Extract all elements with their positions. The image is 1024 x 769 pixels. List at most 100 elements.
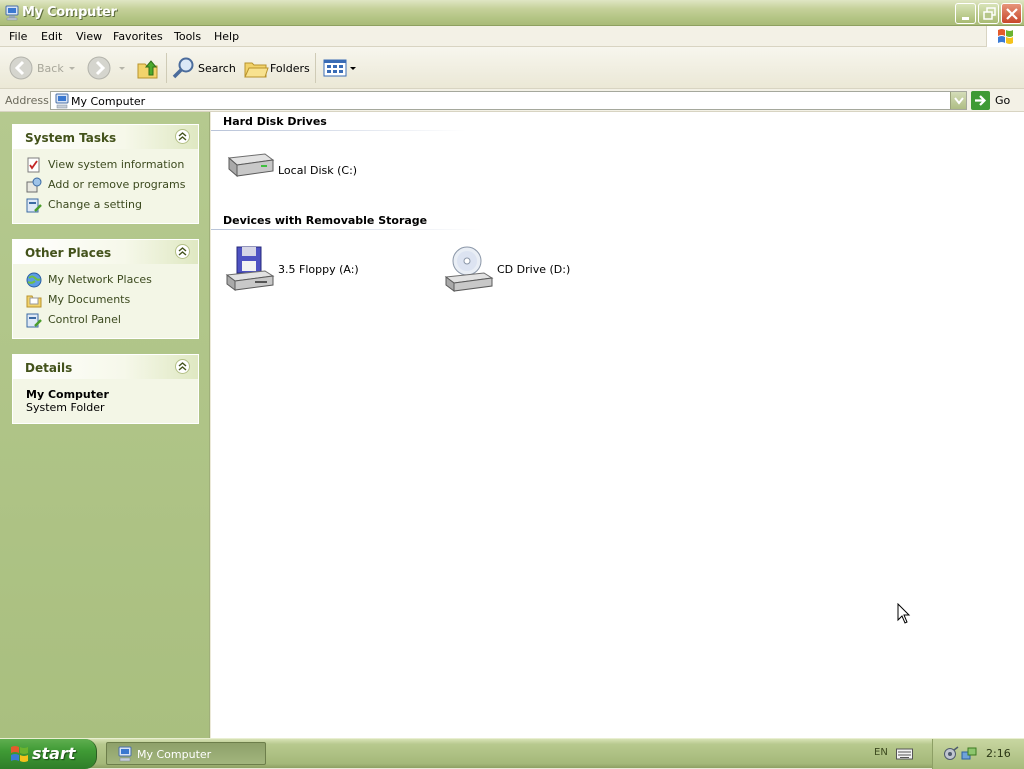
taskbar-button-my-computer[interactable]: My Computer (106, 742, 266, 765)
place-my-documents[interactable]: My Documents (13, 290, 198, 310)
task-label: Add or remove programs (48, 178, 186, 191)
folders-button[interactable]: Folders (243, 55, 310, 81)
other-places-panel: Other Places My Network Places My Docume… (12, 239, 199, 339)
folders-label: Folders (270, 62, 310, 75)
details-header[interactable]: Details (13, 355, 198, 379)
search-icon (172, 57, 194, 79)
folders-icon (244, 62, 269, 78)
minimize-button[interactable] (955, 3, 976, 24)
menu-view[interactable]: View (76, 30, 102, 43)
go-arrow-icon (971, 91, 990, 110)
close-icon (1006, 8, 1018, 20)
address-label: Address (5, 94, 49, 107)
start-button[interactable]: start (0, 739, 97, 769)
network-connection-icon[interactable] (961, 746, 977, 762)
hard-disk-icon (227, 153, 275, 178)
system-tasks-title: System Tasks (25, 131, 117, 145)
address-value: My Computer (71, 95, 146, 108)
task-pane: System Tasks View system information Add… (0, 112, 210, 738)
start-label: start (32, 744, 76, 763)
windows-flag-icon (11, 746, 28, 762)
collapse-button[interactable] (175, 129, 190, 144)
chevron-up-icon (178, 132, 187, 141)
task-add-remove-programs[interactable]: Add or remove programs (13, 175, 198, 195)
back-arrow-icon (9, 56, 33, 80)
menu-edit[interactable]: Edit (41, 30, 62, 43)
file-view: Hard Disk Drives Local Disk (C:) Devices… (211, 112, 1024, 738)
taskbar-button-label: My Computer (137, 748, 212, 761)
toolbar-separator (315, 53, 316, 83)
group-divider (211, 229, 481, 230)
control-panel-icon (26, 198, 42, 213)
windows-flag-icon (998, 29, 1013, 44)
back-label: Back (37, 62, 64, 75)
menu-bar: File Edit View Favorites Tools Help (0, 26, 1024, 47)
drive-label: CD Drive (D:) (497, 263, 571, 276)
go-button[interactable]: Go (971, 91, 1021, 110)
clock[interactable]: 2:16 (986, 747, 1011, 760)
title-bar[interactable]: My Computer (0, 0, 1024, 26)
keyboard-icon[interactable] (896, 747, 913, 760)
task-view-system-information[interactable]: View system information (13, 155, 198, 175)
go-label: Go (995, 94, 1011, 107)
drive-label: Local Disk (C:) (278, 164, 358, 177)
task-label: Change a setting (48, 198, 142, 211)
my-computer-icon (118, 746, 132, 762)
address-input[interactable]: My Computer (50, 91, 967, 110)
views-button[interactable] (322, 55, 358, 81)
chevron-up-icon (178, 362, 187, 371)
add-remove-programs-icon (26, 177, 42, 193)
other-places-header[interactable]: Other Places (13, 240, 198, 264)
minimize-icon (962, 17, 969, 20)
volume-icon[interactable] (943, 746, 959, 762)
menu-help[interactable]: Help (214, 30, 239, 43)
language-indicator[interactable]: EN (874, 747, 888, 758)
views-icon (323, 59, 347, 77)
chevron-down-icon (954, 97, 964, 105)
taskbar: start My Computer EN 2:16 (0, 738, 1024, 769)
menu-tools[interactable]: Tools (174, 30, 201, 43)
collapse-button[interactable] (175, 244, 190, 259)
system-info-icon (27, 157, 40, 173)
restore-button[interactable] (978, 3, 999, 24)
place-label: Control Panel (48, 313, 121, 326)
up-folder-icon (137, 60, 158, 79)
back-button[interactable]: Back (8, 55, 78, 81)
drive-item-floppy-a[interactable]: 3.5 Floppy (A:) (225, 245, 375, 295)
up-folder-button[interactable] (135, 55, 161, 81)
forward-dropdown-icon (119, 67, 125, 70)
documents-folder-icon (26, 295, 42, 308)
back-dropdown-icon (69, 67, 75, 70)
system-tasks-panel: System Tasks View system information Add… (12, 124, 199, 224)
details-title: Details (25, 361, 73, 375)
toolbar-separator (166, 53, 167, 83)
menu-file[interactable]: File (9, 30, 27, 43)
collapse-button[interactable] (175, 359, 190, 374)
my-computer-icon (5, 5, 19, 21)
drive-item-cd-drive-d[interactable]: CD Drive (D:) (444, 245, 594, 295)
restore-icon (983, 7, 996, 20)
place-my-network-places[interactable]: My Network Places (13, 270, 198, 290)
chevron-up-icon (178, 247, 187, 256)
address-dropdown-button[interactable] (950, 92, 966, 109)
forward-arrow-icon (87, 56, 111, 80)
search-label: Search (198, 62, 236, 75)
system-tray: 2:16 (932, 739, 1024, 769)
system-tasks-header[interactable]: System Tasks (13, 125, 198, 149)
details-item-name: My Computer (26, 388, 109, 401)
windows-logo (986, 26, 1024, 47)
group-divider (211, 130, 466, 131)
details-item-type: System Folder (26, 401, 105, 414)
mouse-cursor-icon (897, 603, 911, 624)
other-places-title: Other Places (25, 246, 112, 260)
close-button[interactable] (1001, 3, 1022, 24)
menu-favorites[interactable]: Favorites (113, 30, 163, 43)
window-title: My Computer (22, 5, 117, 20)
views-dropdown-icon (350, 67, 356, 70)
task-change-a-setting[interactable]: Change a setting (13, 195, 198, 215)
forward-button[interactable] (86, 55, 128, 81)
place-control-panel[interactable]: Control Panel (13, 310, 198, 330)
search-button[interactable]: Search (171, 55, 237, 81)
drive-item-local-disk-c[interactable]: Local Disk (C:) (225, 146, 365, 196)
group-title-removable-storage: Devices with Removable Storage (223, 214, 428, 227)
